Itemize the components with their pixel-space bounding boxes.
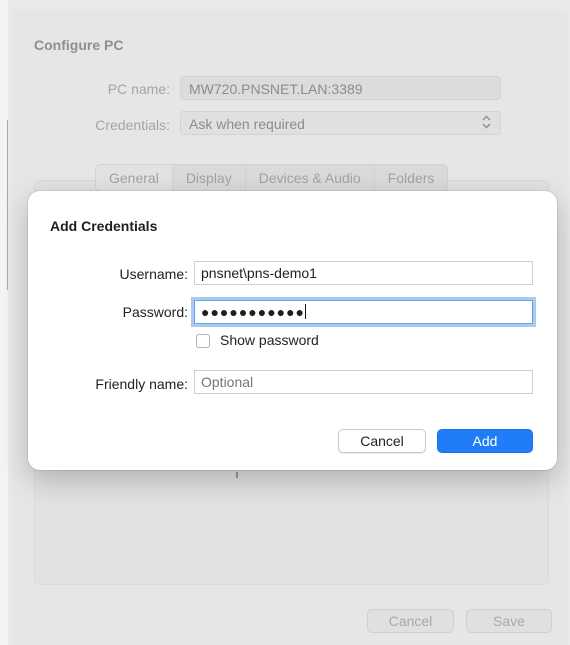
pc-name-label: PC name: xyxy=(107,81,170,97)
username-input[interactable]: pnsnet\pns-demo1 xyxy=(194,261,533,285)
pc-name-field[interactable]: MW720.PNSNET.LAN:3389 xyxy=(180,76,501,100)
dialog-title: Add Credentials xyxy=(50,218,158,234)
credentials-label: Credentials: xyxy=(95,117,170,133)
tab-display[interactable]: Display xyxy=(173,165,246,191)
password-label: Password: xyxy=(122,304,188,320)
pc-name-value: MW720.PNSNET.LAN:3389 xyxy=(189,81,363,97)
settings-tab-bar: General Display Devices & Audio Folders xyxy=(95,164,449,192)
friendly-name-input[interactable] xyxy=(194,370,533,394)
username-value: pnsnet\pns-demo1 xyxy=(201,265,317,281)
add-button[interactable]: Add xyxy=(437,429,533,453)
credentials-select[interactable]: Ask when required xyxy=(180,111,501,135)
partial-text-fragment xyxy=(236,472,238,478)
add-credentials-dialog: Add Credentials Username: pnsnet\pns-dem… xyxy=(28,191,557,470)
username-label: Username: xyxy=(119,266,188,282)
sheet-title: Configure PC xyxy=(34,37,124,53)
password-input[interactable]: ●●●●●●●●●●● xyxy=(194,300,533,324)
text-caret xyxy=(305,304,307,319)
sheet-cancel-button[interactable]: Cancel xyxy=(367,609,454,633)
show-password-checkbox[interactable] xyxy=(196,334,210,348)
window-edge xyxy=(0,0,8,645)
show-password-label[interactable]: Show password xyxy=(220,332,319,348)
tab-general[interactable]: General xyxy=(96,165,173,191)
chevron-up-down-icon xyxy=(482,115,491,134)
tab-folders[interactable]: Folders xyxy=(375,165,448,191)
cancel-button[interactable]: Cancel xyxy=(338,429,426,453)
sheet-save-button[interactable]: Save xyxy=(466,609,552,633)
credentials-value: Ask when required xyxy=(189,116,305,132)
password-masked-value: ●●●●●●●●●●● xyxy=(201,304,306,320)
friendly-name-label: Friendly name: xyxy=(95,376,188,392)
tab-devices-audio[interactable]: Devices & Audio xyxy=(246,165,375,191)
window-edge-line xyxy=(7,120,8,290)
